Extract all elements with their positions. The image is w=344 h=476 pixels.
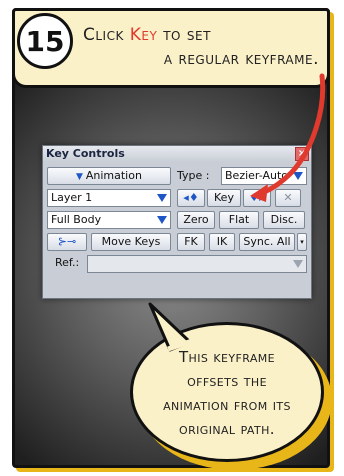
bubble-line: original path. (179, 420, 275, 438)
arrow-shaft (255, 73, 326, 197)
bubble-text: This keyframe offsets the animation from… (130, 345, 324, 441)
bubble-line: This keyframe (178, 348, 275, 366)
bubble-line: animation from its (163, 396, 291, 414)
bubble-line: offsets the (187, 372, 267, 390)
arrow-head (250, 184, 268, 202)
